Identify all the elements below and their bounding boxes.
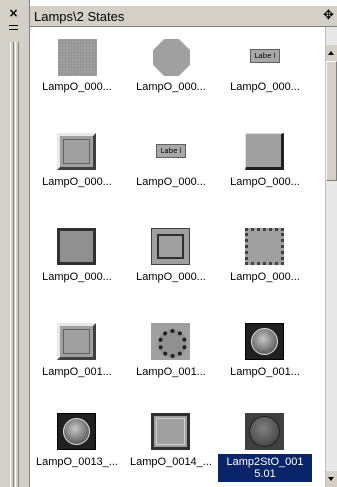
lamp-black-circle-icon <box>57 413 96 450</box>
symbol-item[interactable]: LampO_000... <box>124 27 218 122</box>
symbol-item-label: LampO_001... <box>230 366 300 378</box>
symbol-item[interactable]: LampO_0014_... <box>124 402 218 487</box>
symbol-item-label: LampO_000... <box>136 176 206 188</box>
symbol-item-selected[interactable]: Lamp2StO_001 5.01 <box>218 402 312 487</box>
symbol-item-label: LampO_000... <box>230 176 300 188</box>
symbol-item[interactable]: Labe l LampO_000... <box>124 122 218 217</box>
symbol-item-label: LampO_0014_... <box>130 456 212 468</box>
lamp-inset-square-icon <box>151 228 190 265</box>
lamp-plain-square-icon <box>151 413 190 450</box>
symbol-item-label: LampO_000... <box>136 81 206 93</box>
vertical-scrollbar[interactable] <box>325 27 337 487</box>
lamp-octagon-icon <box>153 39 190 76</box>
panel-menu-icon[interactable]: ✥ <box>323 8 337 24</box>
pin-icon[interactable] <box>7 22 20 34</box>
symbol-item-label: LampO_000... <box>42 271 112 283</box>
symbol-item[interactable]: LampO_000... <box>218 217 312 312</box>
symbol-item-label: LampO_000... <box>230 81 300 93</box>
lamp-ring-icon <box>151 323 190 360</box>
symbol-item[interactable]: LampO_000... <box>30 27 124 122</box>
symbol-item[interactable]: LampO_001... <box>218 312 312 407</box>
symbol-item[interactable]: LampO_001... <box>124 312 218 407</box>
symbol-item[interactable]: Labe l LampO_000... <box>218 27 312 122</box>
symbol-item-label: LampO_000... <box>42 81 112 93</box>
symbol-item-label: LampO_000... <box>136 271 206 283</box>
symbol-item[interactable]: LampO_000... <box>124 217 218 312</box>
lamp-riveted-square-icon <box>245 228 284 265</box>
symbol-item[interactable]: LampO_001... <box>30 312 124 407</box>
symbol-item-label: LampO_001... <box>136 366 206 378</box>
dock-grip[interactable] <box>10 42 14 487</box>
lamp-label-icon: Labe l <box>250 49 280 63</box>
symbol-item-label: LampO_001... <box>42 366 112 378</box>
lamp-bevel-square-icon <box>57 133 96 170</box>
symbol-item-label: Lamp2StO_001 5.01 <box>218 454 312 482</box>
symbol-grid: LampO_000... LampO_000... Labe l LampO_0… <box>30 27 325 487</box>
symbol-item[interactable]: LampO_000... <box>30 122 124 217</box>
scroll-up-icon[interactable] <box>326 45 337 61</box>
lamp-flat-square-icon <box>58 39 97 76</box>
symbol-item-label: LampO_000... <box>42 176 112 188</box>
title-bar: Lamps\2 States ✥ <box>30 6 337 27</box>
symbol-item-label: LampO_000... <box>230 271 300 283</box>
dock-grip[interactable] <box>15 42 19 487</box>
window-title: Lamps\2 States <box>34 9 125 24</box>
symbol-item[interactable]: LampO_0013_... <box>30 402 124 487</box>
close-icon[interactable]: × <box>7 7 20 20</box>
scrollbar-thumb[interactable] <box>326 61 337 181</box>
lamp-label-icon: Labe l <box>156 144 186 158</box>
lamp-dark-border-icon <box>57 228 96 265</box>
lamp-raised-square-icon <box>245 133 284 170</box>
lamp-black-circle-icon <box>245 323 284 360</box>
lamp-bevel-square-icon <box>57 323 96 360</box>
lamp-dark-circle-icon <box>245 413 284 450</box>
symbol-item-label: LampO_0013_... <box>36 456 118 468</box>
panel-dock-strip: × <box>0 0 30 487</box>
symbol-item[interactable]: LampO_000... <box>30 217 124 312</box>
symbol-item[interactable]: LampO_000... <box>218 122 312 217</box>
scroll-down-icon[interactable] <box>326 471 337 487</box>
